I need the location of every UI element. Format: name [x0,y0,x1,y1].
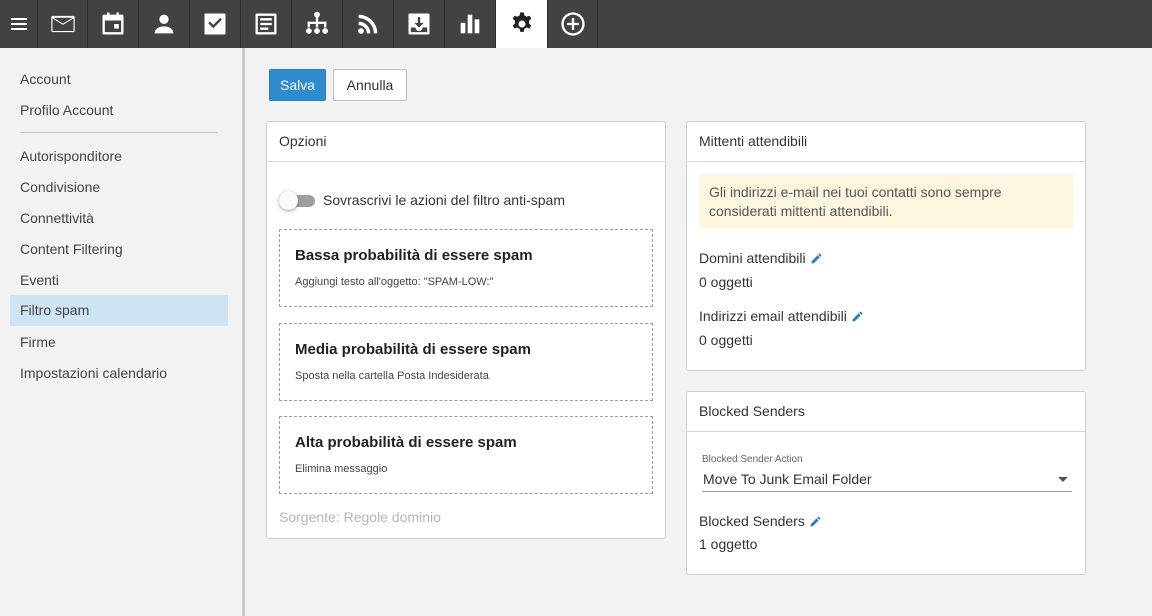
calendar-icon[interactable] [87,0,137,48]
sidebar-item-condivisione[interactable]: Condivisione [10,172,228,203]
toggle-knob [279,191,298,210]
trusted-senders-panel: Mittenti attendibili Gli indirizzi e-mai… [686,121,1086,371]
pencil-icon[interactable] [851,310,864,323]
contacts-icon[interactable] [138,0,188,48]
sidebar-splitter[interactable] [242,48,245,616]
settings-icon[interactable] [495,0,547,48]
sidebar-item-eventi[interactable]: Eventi [10,265,228,296]
blocked-action-select[interactable]: Move To Junk Email Folder [702,468,1072,492]
menu-icon[interactable] [0,0,37,48]
rule-high-probability[interactable]: Alta probabilità di essere spam Elimina … [279,416,653,494]
trusted-senders-title: Mittenti attendibili [687,122,1085,162]
rule-title: Bassa probabilità di essere spam [295,247,533,264]
rss-icon[interactable] [342,0,392,48]
options-panel-title: Opzioni [267,122,665,162]
reports-icon[interactable] [444,0,494,48]
blocked-action-value: Move To Junk Email Folder [703,471,872,487]
sidebar-item-account[interactable]: Account [10,64,228,95]
sidebar-item-content-filtering[interactable]: Content Filtering [10,234,228,265]
sidebar-item-connettivita[interactable]: Connettività [10,203,228,234]
blocked-senders-list-label: Blocked Senders [699,513,822,529]
toolbar-divider [597,0,598,48]
rule-low-probability[interactable]: Bassa probabilità di essere spam Aggiung… [279,229,653,307]
blocked-action-label: Blocked Sender Action [702,454,803,465]
trusted-domains-label: Domini attendibili [699,250,823,266]
rule-medium-probability[interactable]: Media probabilità di essere spam Sposta … [279,323,653,401]
trusted-domains-count: 0 oggetti [699,274,753,290]
add-icon[interactable] [547,0,597,48]
top-toolbar [0,0,1152,48]
notes-icon[interactable] [240,0,290,48]
blocked-senders-title: Blocked Senders [687,392,1085,432]
rule-description: Sposta nella cartella Posta Indesiderata [295,370,489,382]
sidebar-item-filtro-spam[interactable]: Filtro spam [10,295,228,326]
trusted-emails-label-text: Indirizzi email attendibili [699,308,847,324]
sidebar-item-firme[interactable]: Firme [10,327,228,358]
override-spam-toggle[interactable] [279,191,315,210]
sidebar-item-impostazioni-calendario[interactable]: Impostazioni calendario [10,358,228,389]
trusted-domains-label-text: Domini attendibili [699,250,806,266]
tasks-icon[interactable] [189,0,239,48]
trusted-emails-count: 0 oggetti [699,332,753,348]
sidebar-separator [20,132,218,133]
rule-title: Alta probabilità di essere spam [295,434,517,451]
rule-description: Elimina messaggio [295,463,388,475]
trusted-info-box: Gli indirizzi e-mail nei tuoi contatti s… [699,174,1073,228]
blocked-senders-label-text: Blocked Senders [699,513,805,529]
download-icon[interactable] [393,0,443,48]
blocked-senders-panel: Blocked Senders Blocked Sender Action Mo… [686,391,1086,575]
mail-icon[interactable] [37,0,87,48]
options-panel: Opzioni Sovrascrivi le azioni del filtro… [266,121,666,539]
rule-title: Media probabilità di essere spam [295,341,531,358]
pencil-icon[interactable] [810,252,823,265]
blocked-senders-count: 1 oggetto [699,536,758,552]
override-spam-label: Sovrascrivi le azioni del filtro anti-sp… [323,192,565,208]
sidebar-item-profilo-account[interactable]: Profilo Account [10,95,228,126]
chevron-down-icon [1058,477,1068,482]
cancel-button[interactable]: Annulla [333,69,407,101]
rule-description: Aggiungi testo all'oggetto: "SPAM-LOW:" [295,276,494,288]
sidebar-item-autorisponditore[interactable]: Autorisponditore [10,141,228,172]
save-button[interactable]: Salva [269,69,326,101]
rules-source-text: Sorgente: Regole dominio [279,509,441,525]
documents-icon[interactable] [291,0,341,48]
trusted-emails-label: Indirizzi email attendibili [699,308,864,324]
pencil-icon[interactable] [809,515,822,528]
